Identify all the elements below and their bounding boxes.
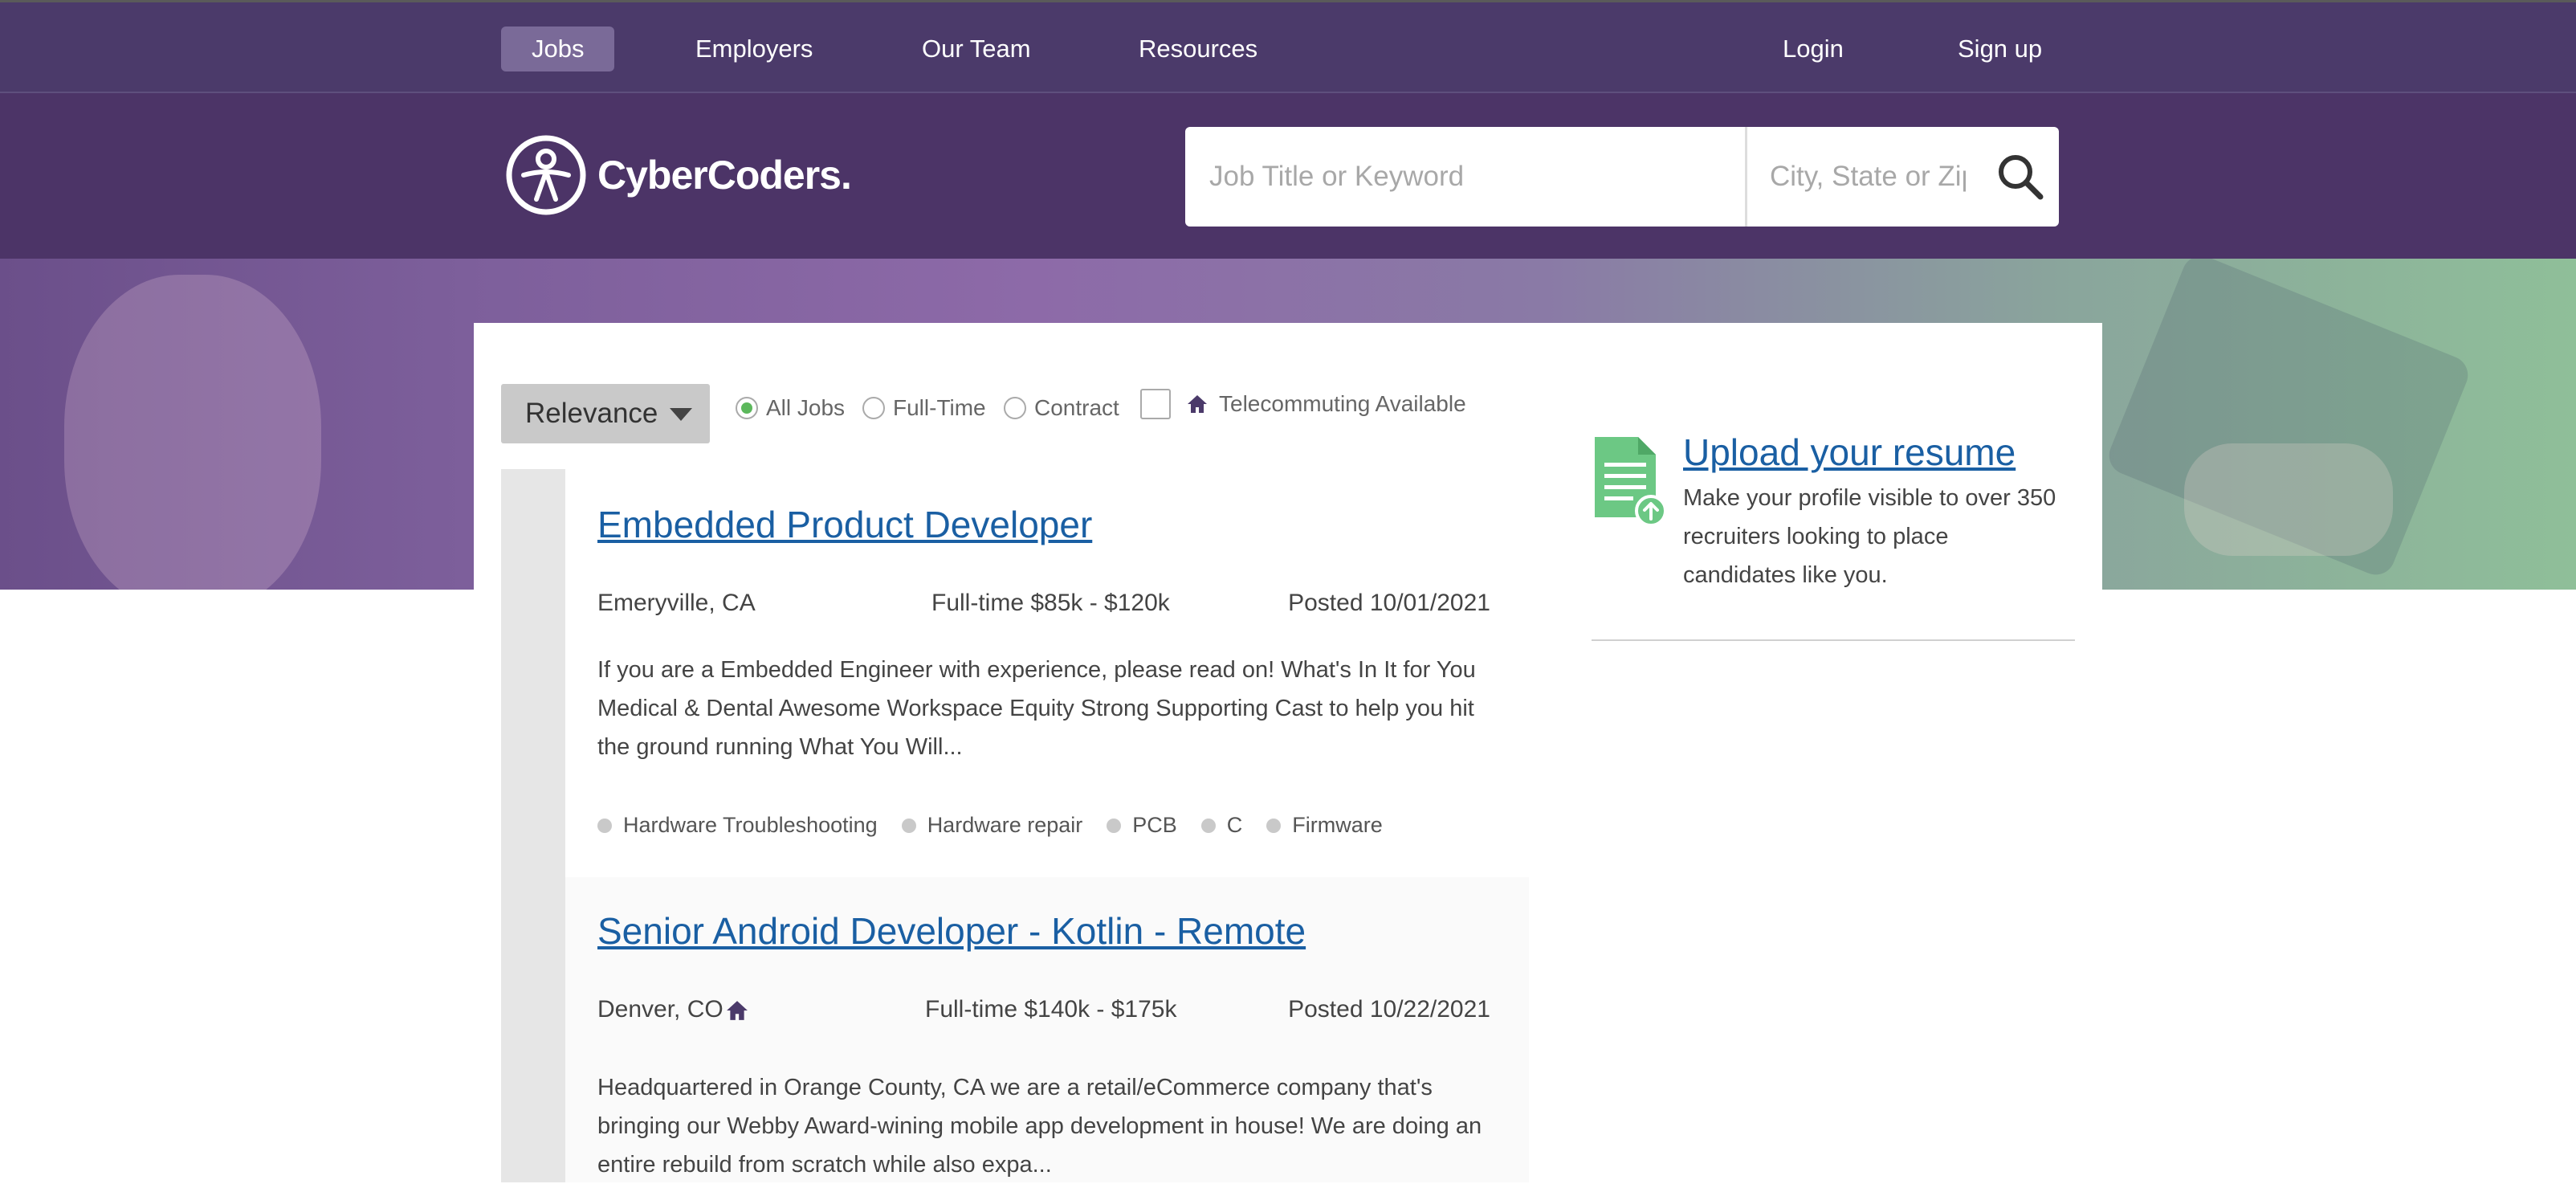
job-skill-tags: Hardware Troubleshooting Hardware repair… — [597, 813, 1407, 838]
nav-employers[interactable]: Employers — [665, 27, 843, 71]
job-posted-date: Posted 10/22/2021 — [1288, 996, 1490, 1023]
filter-contract-label: Contract — [1034, 395, 1119, 420]
filter-all-jobs-label: All Jobs — [766, 395, 846, 420]
nav-resources[interactable]: Resources — [1108, 27, 1288, 71]
job-title-link[interactable]: Senior Android Developer - Kotlin - Remo… — [597, 909, 1306, 953]
job-posted-date: Posted 10/01/2021 — [1288, 590, 1490, 616]
skill-tag[interactable]: Firmware — [1266, 813, 1383, 838]
telecommute-label: Telecommuting Available — [1219, 391, 1466, 416]
job-location: Denver, CO — [597, 996, 723, 1023]
search-bar — [1185, 127, 2059, 227]
cybercoders-logo-icon — [506, 135, 586, 215]
house-icon — [1188, 395, 1207, 413]
job-description: Headquartered in Orange County, CA we ar… — [597, 1075, 1482, 1178]
job-card-stripe — [501, 469, 565, 877]
signup-link[interactable]: Sign up — [1927, 27, 2073, 71]
upload-resume-text: Make your profile visible to over 350 re… — [1683, 485, 2056, 588]
radio-all-jobs[interactable] — [736, 397, 758, 419]
job-card: Senior Android Developer - Kotlin - Remo… — [501, 877, 1529, 1182]
chevron-down-icon — [670, 408, 692, 421]
radio-full-time[interactable] — [862, 397, 885, 419]
login-link[interactable]: Login — [1752, 27, 1874, 71]
sort-dropdown[interactable]: Relevance — [501, 384, 710, 443]
job-meta: Denver, CO Full-time $140k - $175k Poste… — [597, 996, 1490, 1028]
house-icon — [727, 1001, 748, 1020]
job-type-salary: Full-time $140k - $175k — [925, 996, 1177, 1023]
top-nav: Jobs Employers Our Team Resources Login … — [0, 0, 2576, 93]
radio-contract[interactable] — [1004, 397, 1026, 419]
skill-tag[interactable]: Hardware repair — [901, 813, 1082, 838]
sidebar-divider — [1592, 639, 2075, 641]
search-button[interactable] — [1988, 127, 2052, 227]
nav-jobs[interactable]: Jobs — [501, 27, 615, 71]
job-location: Emeryville, CA — [597, 590, 756, 616]
job-type-salary: Full-time $85k - $120k — [931, 590, 1170, 616]
logo-text: CyberCoders. — [597, 153, 852, 198]
filter-all-jobs[interactable]: All Jobs — [736, 395, 845, 421]
nav-our-team[interactable]: Our Team — [891, 27, 1062, 71]
skill-tag[interactable]: Hardware Troubleshooting — [597, 813, 878, 838]
skill-tag[interactable]: C — [1200, 813, 1242, 838]
job-card: Embedded Product Developer Emeryville, C… — [501, 469, 1529, 879]
job-description: If you are a Embedded Engineer with expe… — [597, 657, 1476, 760]
filter-contract[interactable]: Contract — [1004, 395, 1119, 421]
filter-telecommute[interactable]: Telecommuting Available — [1140, 389, 1466, 419]
filter-full-time[interactable]: Full-Time — [862, 395, 986, 421]
filter-full-time-label: Full-Time — [893, 395, 986, 420]
logo[interactable]: CyberCoders. — [504, 133, 852, 217]
search-icon — [1999, 155, 2044, 200]
telecommute-checkbox[interactable] — [1140, 389, 1171, 419]
skill-tag[interactable]: PCB — [1107, 813, 1177, 838]
upload-resume-link[interactable]: Upload your resume — [1683, 431, 2016, 474]
job-meta: Emeryville, CA Full-time $85k - $120k Po… — [597, 590, 1490, 622]
sort-value: Relevance — [525, 398, 658, 429]
results-panel: Relevance All Jobs Full-Time Contract Te… — [474, 323, 2102, 1182]
keyword-search-input[interactable] — [1185, 127, 1747, 227]
location-search-input[interactable] — [1747, 127, 1988, 227]
job-card-stripe — [501, 877, 565, 1182]
job-title-link[interactable]: Embedded Product Developer — [597, 503, 1092, 546]
resume-upload-icon[interactable] — [1592, 434, 1669, 529]
site-header: CyberCoders. — [0, 93, 2576, 259]
